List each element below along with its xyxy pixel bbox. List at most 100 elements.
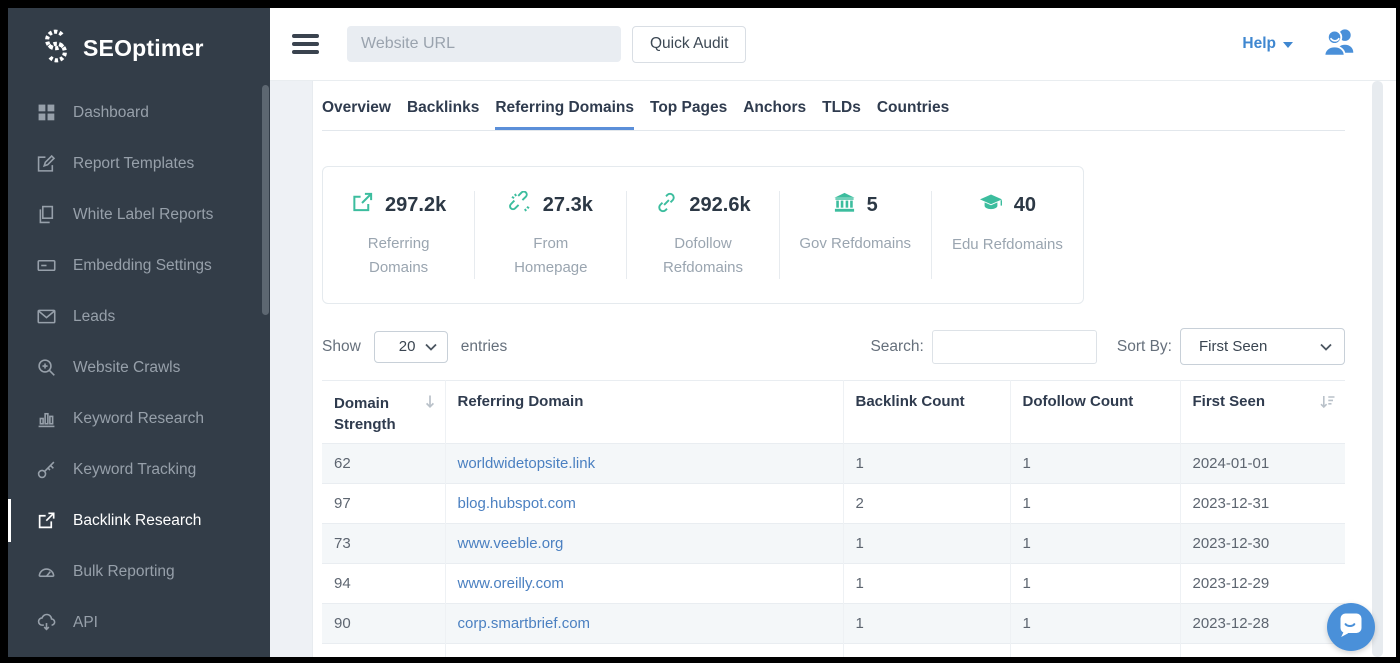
sidebar-item-bulk-reporting[interactable]: Bulk Reporting [8, 546, 270, 597]
sidebar-item-api[interactable]: API [8, 597, 270, 648]
stat-label: From Homepage [495, 232, 607, 280]
cell-domain-strength: 62 [322, 444, 445, 484]
sidebar-item-leads[interactable]: Leads [8, 291, 270, 342]
entries-label: entries [461, 338, 508, 356]
bulk-reporting-icon [37, 562, 56, 581]
sidebar-item-white-label-reports[interactable]: White Label Reports [8, 189, 270, 240]
stat-value: 27.3k [543, 194, 593, 217]
cell-backlink-count: 2 [843, 484, 1010, 524]
cell-domain-strength: 73 [322, 524, 445, 564]
cell-dofollow-count: 1 [1010, 524, 1180, 564]
tab-top-pages[interactable]: Top Pages [650, 91, 727, 130]
column-header-referring-domain[interactable]: Referring Domain [445, 381, 843, 444]
account-users-icon[interactable] [1323, 26, 1356, 62]
external-link-icon [351, 191, 374, 219]
sidebar-item-keyword-research[interactable]: Keyword Research [8, 393, 270, 444]
logo-text: SEOptimer [83, 35, 204, 62]
quick-audit-button[interactable]: Quick Audit [632, 26, 746, 63]
column-header-dofollow-count[interactable]: Dofollow Count [1010, 381, 1180, 444]
tab-overview[interactable]: Overview [322, 91, 391, 130]
app-logo[interactable]: SEOptimer [8, 8, 270, 87]
hamburger-menu-icon[interactable] [292, 34, 319, 53]
sidebar-item-website-crawls[interactable]: Website Crawls [8, 342, 270, 393]
table-row-partial [322, 644, 1345, 658]
content-area: Overview Backlinks Referring Domains Top… [270, 81, 1396, 657]
sort-by-label: Sort By: [1117, 338, 1172, 356]
cell-first-seen: 2023-12-30 [1180, 524, 1345, 564]
sidebar-item-report-templates[interactable]: Report Templates [8, 138, 270, 189]
cell-first-seen: 2024-01-01 [1180, 444, 1345, 484]
referring-domain-link[interactable]: www.oreilly.com [458, 575, 564, 592]
stat-referring-domains: 297.2k Referring Domains [323, 191, 475, 279]
stat-value: 5 [867, 194, 878, 217]
sidebar-item-backlink-research[interactable]: Backlink Research [8, 495, 270, 546]
report-tabs: Overview Backlinks Referring Domains Top… [322, 91, 1345, 131]
tab-anchors[interactable]: Anchors [743, 91, 806, 130]
help-label: Help [1242, 35, 1276, 53]
stat-value: 297.2k [385, 194, 446, 217]
referring-domain-link[interactable]: worldwidetopsite.link [458, 455, 596, 472]
content-scrollbar[interactable] [1372, 81, 1383, 657]
tab-countries[interactable]: Countries [877, 91, 949, 130]
sidebar-item-label: Website Crawls [73, 359, 180, 377]
cell-domain-strength: 90 [322, 604, 445, 644]
column-header-first-seen[interactable]: First Seen [1180, 381, 1345, 444]
cell-first-seen: 2023-12-29 [1180, 564, 1345, 604]
white-label-reports-icon [37, 205, 56, 224]
sidebar-item-label: Bulk Reporting [73, 563, 175, 581]
table-row: 90 corp.smartbrief.com 1 1 2023-12-28 [322, 604, 1345, 644]
entries-select[interactable]: 20 [374, 331, 448, 363]
chat-widget-button[interactable] [1327, 603, 1375, 651]
referring-domain-link[interactable]: corp.smartbrief.com [458, 615, 591, 632]
seoptimer-gear-icon [38, 28, 74, 69]
cell-backlink-count: 1 [843, 604, 1010, 644]
stat-from-homepage: 27.3k From Homepage [475, 191, 627, 279]
column-header-domain-strength[interactable]: Domain Strength [322, 381, 445, 444]
broken-link-icon [509, 191, 532, 219]
cell-first-seen: 2023-12-31 [1180, 484, 1345, 524]
stat-dofollow-refdomains: 292.6k Dofollow Refdomains [627, 191, 779, 279]
stat-label: Edu Refdomains [951, 233, 1063, 257]
sort-by-value: First Seen [1199, 338, 1267, 355]
screenshot-frame: SEOptimer Dashboard Report Templates Whi… [0, 0, 1400, 663]
sidebar-item-embedding-settings[interactable]: Embedding Settings [8, 240, 270, 291]
sidebar-item-dashboard[interactable]: Dashboard [8, 87, 270, 138]
sidebar-item-keyword-tracking[interactable]: Keyword Tracking [8, 444, 270, 495]
column-header-backlink-count[interactable]: Backlink Count [843, 381, 1010, 444]
table-header-row: Domain Strength Referring Domain Backlin… [322, 381, 1345, 444]
sidebar-item-label: White Label Reports [73, 206, 213, 224]
sidebar-item-label: Dashboard [73, 104, 149, 122]
cell-first-seen: 2023-12-28 [1180, 604, 1345, 644]
keyword-tracking-icon [37, 460, 56, 479]
stat-gov-refdomains: 5 Gov Refdomains [780, 191, 932, 279]
tab-referring-domains[interactable]: Referring Domains [495, 91, 634, 130]
tab-tlds[interactable]: TLDs [822, 91, 861, 130]
topbar: Quick Audit Help [270, 8, 1396, 81]
table-row: 62 worldwidetopsite.link 1 1 2024-01-01 [322, 444, 1345, 484]
help-menu[interactable]: Help [1242, 35, 1293, 53]
referring-domains-table: Domain Strength Referring Domain Backlin… [322, 380, 1345, 657]
sidebar-item-label: Keyword Tracking [73, 461, 196, 479]
graduation-cap-icon [979, 191, 1003, 220]
table-controls: Show 20 entries Search: Sort By: First S… [322, 328, 1345, 365]
cell-dofollow-count: 1 [1010, 444, 1180, 484]
referring-domain-link[interactable]: blog.hubspot.com [458, 495, 576, 512]
sort-arrow-down-icon [424, 394, 436, 413]
table-search-input[interactable] [932, 330, 1097, 364]
api-icon [37, 613, 56, 632]
embedding-settings-icon [37, 256, 56, 275]
cell-domain-strength: 97 [322, 484, 445, 524]
refdomain-stats-card: 297.2k Referring Domains 27.3k From Home… [322, 166, 1084, 304]
stat-label: Referring Domains [343, 232, 455, 280]
cell-domain-strength: 94 [322, 564, 445, 604]
chevron-down-icon [1320, 338, 1332, 355]
website-url-input[interactable] [347, 26, 621, 62]
tab-backlinks[interactable]: Backlinks [407, 91, 479, 130]
sort-by-select[interactable]: First Seen [1180, 328, 1345, 365]
sidebar-scrollbar-thumb[interactable] [262, 85, 269, 315]
sidebar-item-label: Embedding Settings [73, 257, 212, 275]
sidebar-item-label: API [73, 614, 98, 632]
search-label: Search: [870, 338, 923, 356]
referring-domain-link[interactable]: www.veeble.org [458, 535, 564, 552]
cell-dofollow-count: 1 [1010, 484, 1180, 524]
